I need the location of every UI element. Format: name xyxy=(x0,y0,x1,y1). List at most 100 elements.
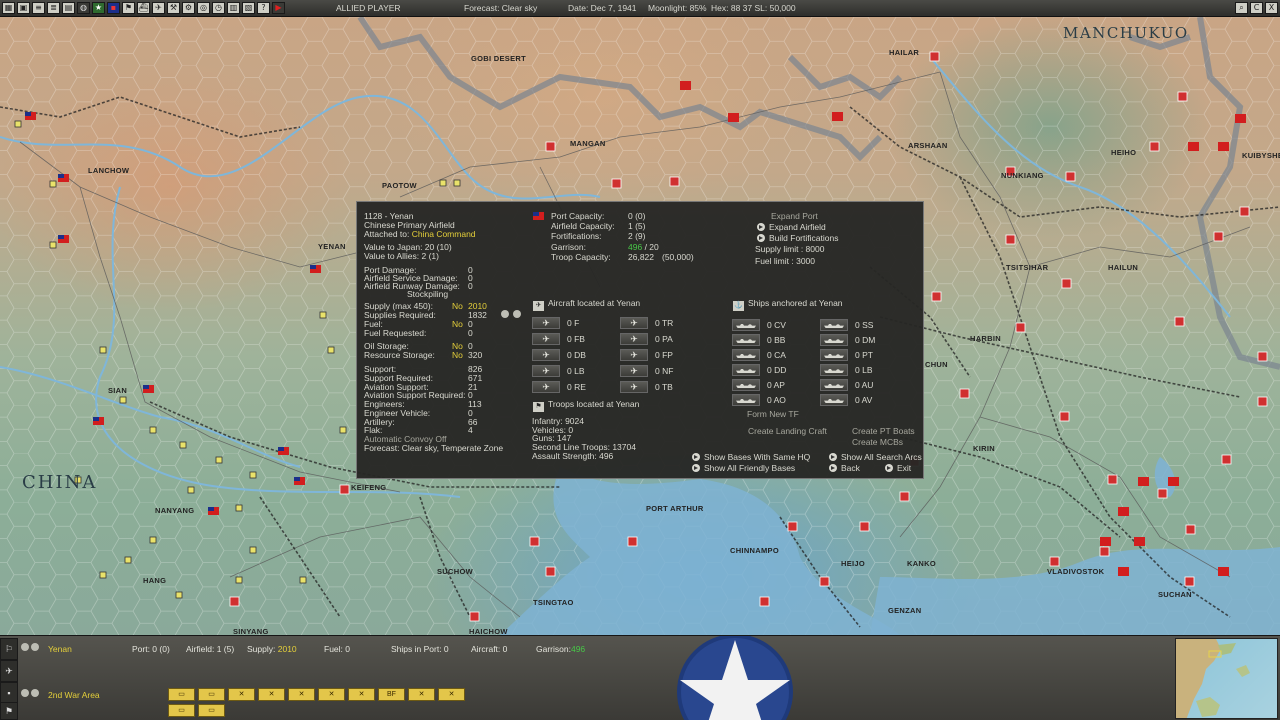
help-icon[interactable]: ? xyxy=(257,2,270,14)
unit-counter[interactable]: ✕ xyxy=(438,688,465,701)
aircraft-slot-lb[interactable]: ✈ 0 LB xyxy=(532,365,585,377)
aircraft-slot-re[interactable]: ✈ 0 RE xyxy=(532,381,586,393)
show-bases-same-hq-button[interactable]: Show Bases With Same HQ xyxy=(692,453,810,462)
map-label-manchukuo: MANCHUKUO xyxy=(1063,24,1189,42)
ship-slot-bb[interactable]: 0 BB xyxy=(732,334,785,346)
report-icon[interactable]: ▤ xyxy=(62,2,75,14)
globe-icon[interactable]: ◍ xyxy=(77,2,90,14)
unit-counter[interactable]: ✕ xyxy=(258,688,285,701)
tool-icon[interactable]: ⚒ xyxy=(167,2,180,14)
save-icon[interactable]: ▣ xyxy=(17,2,30,14)
show-search-arcs-button[interactable]: Show All Search Arcs xyxy=(829,453,922,462)
plane-icon[interactable]: ✈ xyxy=(152,2,165,14)
list-icon[interactable]: ≣ xyxy=(47,2,60,14)
unit-counter[interactable]: ▭ xyxy=(168,704,195,717)
ship-slot-ao[interactable]: 0 AO xyxy=(732,394,786,406)
exit-button[interactable]: Exit xyxy=(885,464,911,473)
prev-base-button[interactable] xyxy=(501,310,509,318)
area-name[interactable]: 2nd War Area xyxy=(48,690,100,700)
aircraft-count: 0 xyxy=(655,365,660,376)
aircraft-count: 0 xyxy=(655,349,660,360)
group-icon[interactable]: ⚑ xyxy=(122,2,135,14)
aircraft-slot-fp[interactable]: ✈ 0 FP xyxy=(620,349,673,361)
gear-icon[interactable]: ⚙ xyxy=(182,2,195,14)
supply-label: Supply: xyxy=(247,644,276,654)
map-icon[interactable]: ▧ xyxy=(242,2,255,14)
show-all-friendly-button[interactable]: Show All Friendly Bases xyxy=(692,464,795,473)
build-fortifications-button[interactable]: Build Fortifications xyxy=(757,234,838,243)
mini-map[interactable] xyxy=(1175,638,1278,719)
expand-port-button[interactable]: Expand Port xyxy=(771,212,818,221)
close-icon[interactable]: X xyxy=(1265,2,1278,14)
aircraft-type: LB xyxy=(574,365,585,376)
aircraft-count: 0 xyxy=(567,365,572,376)
ship-slot-ss[interactable]: 0 SS xyxy=(820,319,873,331)
ship-slot-dm[interactable]: 0 DM xyxy=(820,334,875,346)
resource-storage-flag[interactable]: No xyxy=(452,351,463,360)
next-base-button[interactable] xyxy=(513,310,521,318)
side-label: ALLIED PLAYER xyxy=(336,3,401,13)
moonlight-label: Moonlight: 85% xyxy=(648,3,707,13)
unit-counter[interactable]: BF xyxy=(378,688,405,701)
ship-slot-cv[interactable]: 0 CV xyxy=(732,319,786,331)
aircraft-slot-nf[interactable]: ✈ 0 NF xyxy=(620,365,673,377)
form-new-tf-button[interactable]: Form New TF xyxy=(747,410,799,419)
create-pt-boats-button[interactable]: Create PT Boats xyxy=(852,427,915,436)
troop-capacity-value: 26,822 xyxy=(628,252,654,262)
unit-counter[interactable]: ▭ xyxy=(198,704,225,717)
stockpiling-toggle[interactable]: Stockpiling xyxy=(407,290,448,299)
aircraft-slot-fb[interactable]: ✈ 0 FB xyxy=(532,333,585,345)
unit-counter[interactable]: ✕ xyxy=(288,688,315,701)
unit-counter[interactable]: ✕ xyxy=(408,688,435,701)
fuel-flag[interactable]: No xyxy=(452,320,463,329)
chart-icon[interactable]: ▥ xyxy=(227,2,240,14)
base-icon[interactable]: ⚐ xyxy=(0,638,18,660)
unit-counter[interactable]: ✕ xyxy=(228,688,255,701)
ship-slot-dd[interactable]: 0 DD xyxy=(732,364,786,376)
prev-location-button[interactable] xyxy=(21,643,29,651)
back-button[interactable]: Back xyxy=(829,464,860,473)
ship-slot-ca[interactable]: 0 CA xyxy=(732,349,786,361)
ship-slot-av[interactable]: 0 AV xyxy=(820,394,872,406)
aircraft-slot-db[interactable]: ✈ 0 DB xyxy=(532,349,586,361)
create-mcbs-button[interactable]: Create MCBs xyxy=(852,438,903,447)
plane-icon[interactable]: ✈ xyxy=(0,660,18,682)
unit-counter[interactable]: ✕ xyxy=(348,688,375,701)
flag-icon[interactable]: ⚑ xyxy=(0,702,18,720)
create-landing-craft-button[interactable]: Create Landing Craft xyxy=(748,427,827,436)
garrison-value: 496 xyxy=(570,644,586,654)
unit-counter[interactable]: ✕ xyxy=(318,688,345,701)
list-icon[interactable]: ≡ xyxy=(32,2,45,14)
unit-icon[interactable]: ▪ xyxy=(0,682,18,704)
ship-slot-lb[interactable]: 0 LB xyxy=(820,364,873,376)
unit-counter[interactable]: ▭ xyxy=(168,688,195,701)
clock-icon[interactable]: ◷ xyxy=(212,2,225,14)
grid-icon[interactable]: ▦ xyxy=(2,2,15,14)
aircraft-slot-tr[interactable]: ✈ 0 TR xyxy=(620,317,673,329)
flag-icon[interactable]: ▪ xyxy=(107,2,120,14)
ship-slot-ap[interactable]: 0 AP xyxy=(732,379,785,391)
location-name[interactable]: Yenan xyxy=(48,644,72,654)
aircraft-slot-f[interactable]: ✈ 0 F xyxy=(532,317,579,329)
unit-counter[interactable]: ▭ xyxy=(198,688,225,701)
next-area-button[interactable] xyxy=(31,689,39,697)
ship-slot-pt[interactable]: 0 PT xyxy=(820,349,873,361)
expand-airfield-button[interactable]: Expand Airfield xyxy=(757,223,826,232)
date-label: Date: Dec 7, 1941 xyxy=(568,3,637,13)
zoom-icon[interactable]: ⌕ xyxy=(1235,2,1248,14)
exit-label: Exit xyxy=(897,463,912,473)
c-icon[interactable]: C xyxy=(1250,2,1263,14)
ship-slot-au[interactable]: 0 AU xyxy=(820,379,873,391)
globe-icon[interactable]: ◎ xyxy=(197,2,210,14)
prev-area-button[interactable] xyxy=(21,689,29,697)
anchor-icon: ⚓ xyxy=(733,301,744,311)
hq-link[interactable]: China Command xyxy=(412,229,476,239)
star-icon[interactable]: ★ xyxy=(92,2,105,14)
supply-flag[interactable]: No xyxy=(452,302,463,311)
ship-icon[interactable]: ⛴ xyxy=(137,2,150,14)
aircraft-slot-pa[interactable]: ✈ 0 PA xyxy=(620,333,673,345)
play-icon[interactable]: ▶ xyxy=(272,2,285,14)
aircraft-type: FB xyxy=(574,333,585,344)
next-location-button[interactable] xyxy=(31,643,39,651)
aircraft-slot-tb[interactable]: ✈ 0 TB xyxy=(620,381,673,393)
